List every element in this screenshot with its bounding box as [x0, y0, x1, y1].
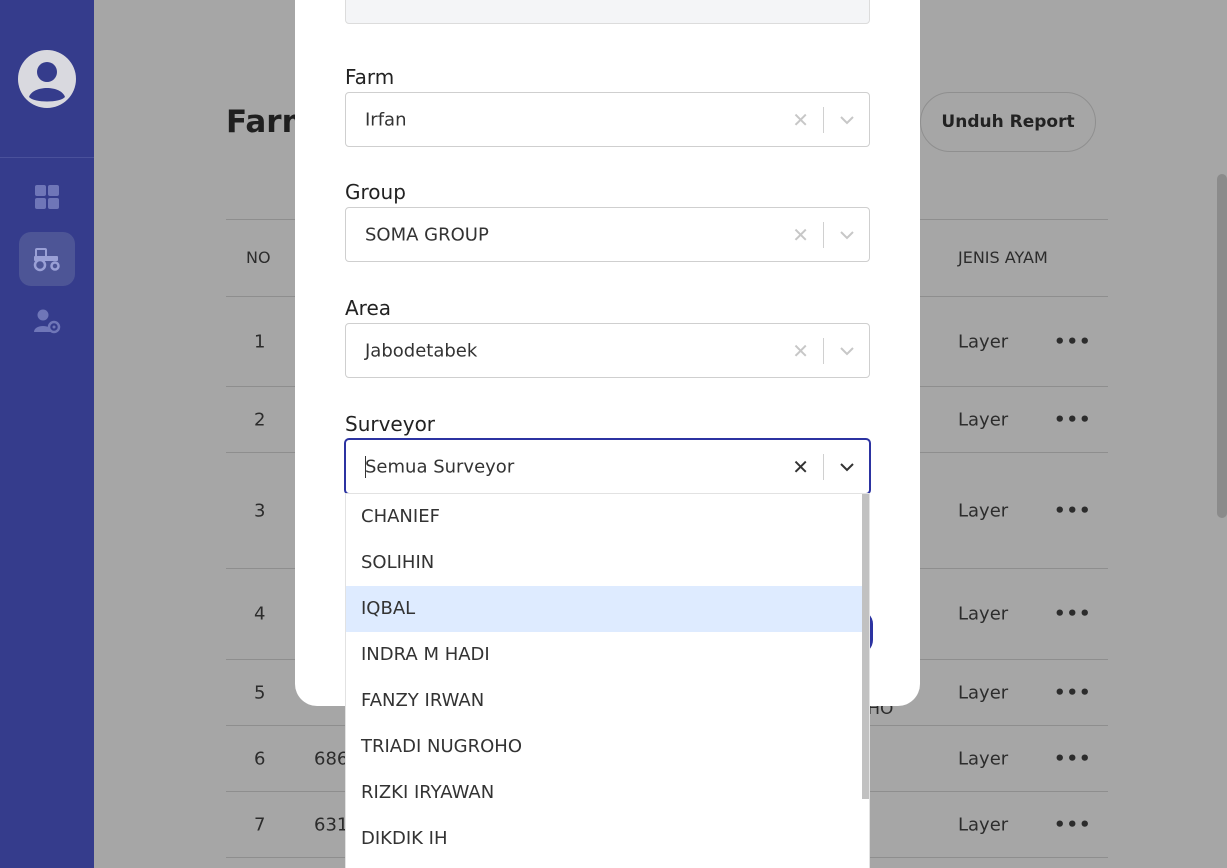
- row-jenis: Layer: [958, 331, 1009, 352]
- close-icon[interactable]: ✕: [792, 455, 809, 479]
- dropdown-option[interactable]: INDRA M HADI: [346, 632, 869, 678]
- dropdown-option[interactable]: FANZY IRWAN: [346, 678, 869, 724]
- group-select-value: SOMA GROUP: [365, 224, 489, 245]
- close-icon[interactable]: ✕: [792, 223, 809, 247]
- user-circle-icon: [18, 49, 76, 108]
- farm-select-value: Irfan: [365, 109, 407, 130]
- dropdown-option[interactable]: SOLIHIN: [346, 540, 869, 586]
- more-actions-icon[interactable]: •••: [1054, 409, 1092, 430]
- dropdown-option-highlighted[interactable]: IQBAL: [346, 586, 869, 632]
- surveyor-dropdown-menu: CHANIEF SOLIHIN IQBAL INDRA M HADI FANZY…: [345, 493, 870, 868]
- chevron-down-icon[interactable]: [838, 342, 856, 360]
- surveyor-select[interactable]: Semua Surveyor ✕: [345, 439, 870, 494]
- select-separator: [823, 454, 824, 480]
- more-actions-icon[interactable]: •••: [1054, 604, 1092, 625]
- select-separator: [823, 338, 824, 364]
- more-actions-icon[interactable]: •••: [1054, 748, 1092, 769]
- row-no: 6: [254, 748, 266, 769]
- sidebar: [0, 0, 94, 868]
- more-actions-icon[interactable]: •••: [1054, 331, 1092, 352]
- row-jenis: Layer: [958, 409, 1009, 430]
- surveyor-label: Surveyor: [345, 412, 436, 436]
- row-no: 7: [254, 814, 266, 835]
- farm-select[interactable]: Irfan ✕: [345, 92, 870, 147]
- close-icon[interactable]: ✕: [792, 108, 809, 132]
- area-select-value: Jabodetabek: [365, 340, 478, 361]
- dropdown-option[interactable]: DIKDIK IH: [346, 816, 869, 862]
- column-header-jenis-ayam: JENIS AYAM: [958, 248, 1048, 267]
- sidebar-item-farm[interactable]: [19, 232, 75, 286]
- top-field[interactable]: [345, 0, 870, 24]
- chevron-down-icon[interactable]: [838, 111, 856, 129]
- row-jenis: Layer: [958, 682, 1009, 703]
- row-no: 5: [254, 682, 266, 703]
- page-scrollbar[interactable]: [1217, 174, 1227, 518]
- area-label: Area: [345, 296, 392, 320]
- chevron-down-icon[interactable]: [838, 226, 856, 244]
- more-actions-icon[interactable]: •••: [1054, 500, 1092, 521]
- more-actions-icon[interactable]: •••: [1054, 682, 1092, 703]
- avatar[interactable]: [0, 0, 94, 158]
- row-jenis: Layer: [958, 500, 1009, 521]
- user-gear-icon: [34, 309, 61, 334]
- row-no: 4: [254, 603, 266, 625]
- column-header-no: NO: [246, 248, 271, 267]
- row-jenis: Layer: [958, 814, 1009, 835]
- row-no: 2: [254, 409, 266, 430]
- row-jenis: Layer: [958, 748, 1009, 769]
- dashboard-icon: [35, 185, 59, 209]
- dropdown-option[interactable]: TRIADI NUGROHO: [346, 724, 869, 770]
- more-actions-icon[interactable]: •••: [1054, 814, 1092, 835]
- dropdown-option[interactable]: RIZKI IRYAWAN: [346, 770, 869, 816]
- sidebar-item-dashboard[interactable]: [19, 170, 75, 224]
- sidebar-nav: [0, 158, 94, 356]
- row-no: 1: [254, 331, 266, 352]
- row-no: 3: [254, 500, 266, 521]
- group-label: Group: [345, 180, 406, 204]
- dropdown-scrollbar[interactable]: [862, 494, 869, 799]
- group-select[interactable]: SOMA GROUP ✕: [345, 207, 870, 262]
- chevron-down-icon[interactable]: [838, 458, 856, 476]
- row-jenis: Layer: [958, 603, 1009, 625]
- tractor-icon: [33, 248, 60, 272]
- surveyor-select-value: Semua Surveyor: [365, 456, 515, 477]
- farm-label: Farm: [345, 65, 395, 89]
- area-select[interactable]: Jabodetabek ✕: [345, 323, 870, 378]
- select-separator: [823, 107, 824, 133]
- close-icon[interactable]: ✕: [792, 339, 809, 363]
- dropdown-option[interactable]: CHANIEF: [346, 494, 869, 540]
- download-report-button[interactable]: Unduh Report: [920, 92, 1096, 152]
- sidebar-item-user-settings[interactable]: [19, 294, 75, 348]
- row-code: 686: [314, 748, 349, 769]
- row-code: 631: [314, 814, 349, 835]
- select-separator: [823, 222, 824, 248]
